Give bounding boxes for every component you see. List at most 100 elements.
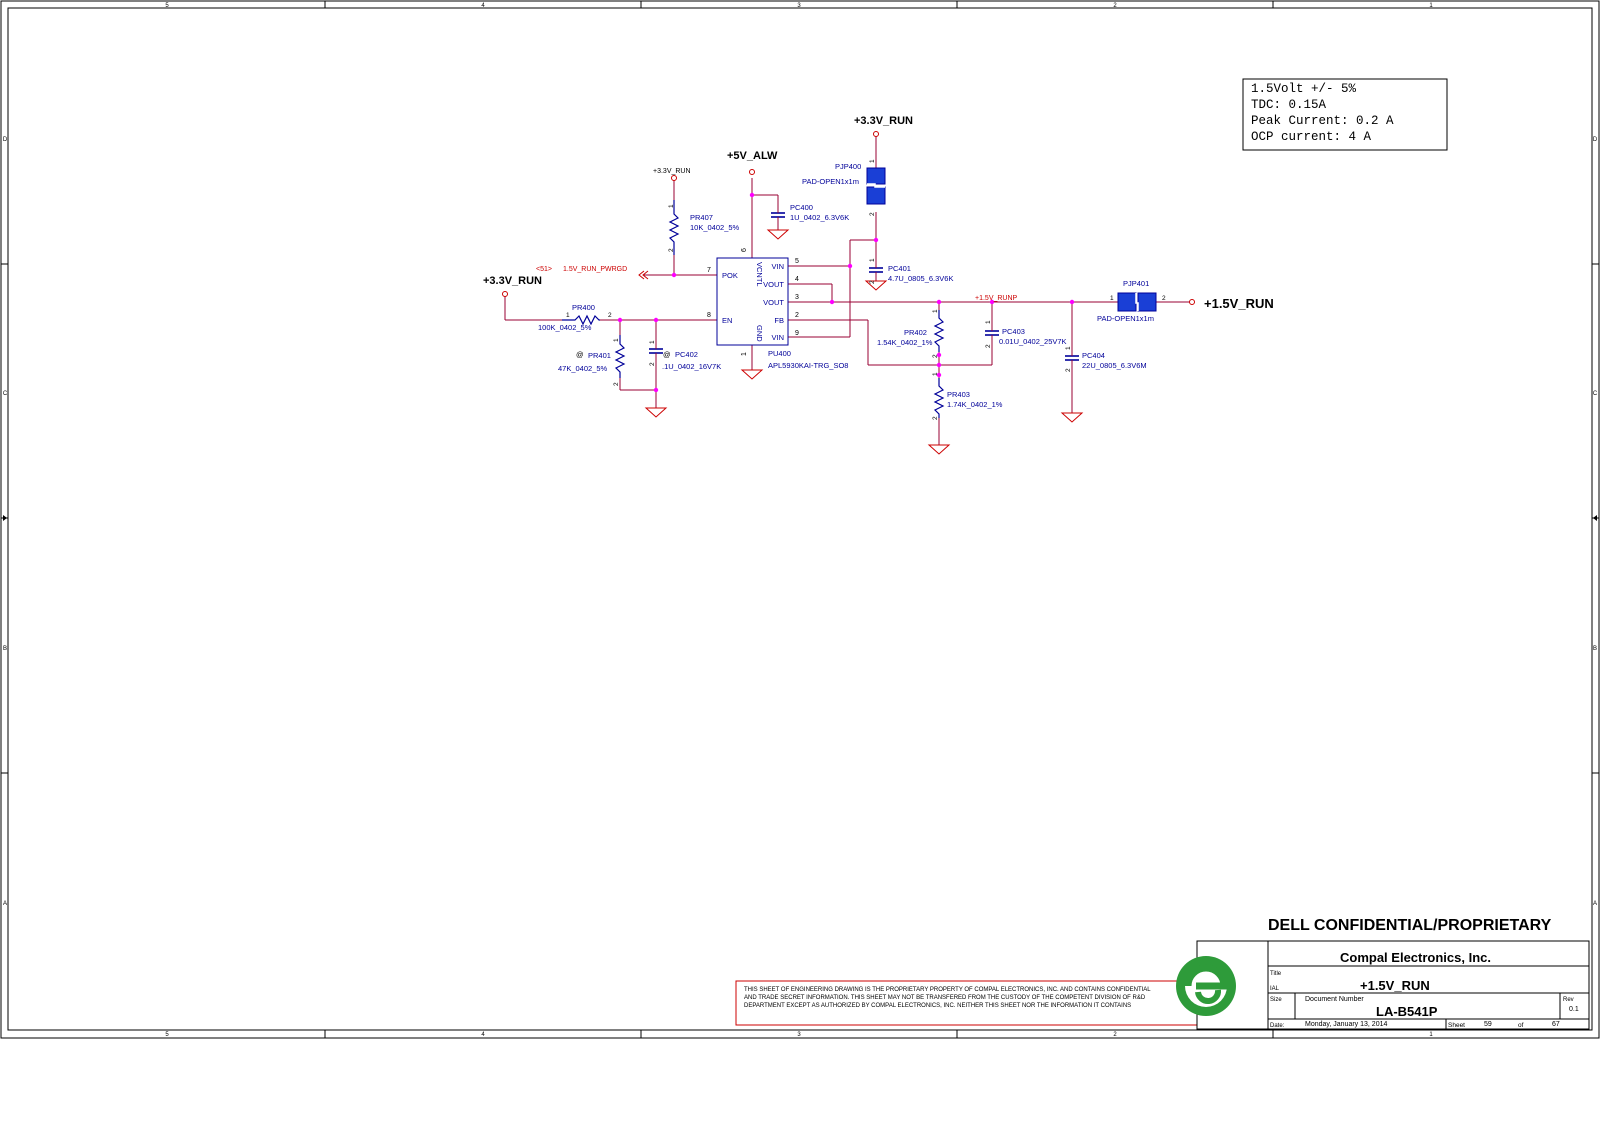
- rev-label: Rev: [1563, 997, 1574, 1003]
- ref-pc401: PC401: [888, 264, 911, 273]
- net-label-pwrgd-ref: <51>: [536, 266, 552, 273]
- col-label: 3: [797, 1032, 801, 1038]
- ground-icon: [766, 229, 790, 240]
- schematic-sheet: 5 4 3 2 1 5 4 3 2 1 D C B A D C B A 1.5V…: [0, 0, 1600, 1039]
- power-port-circle: [873, 131, 879, 137]
- ref-pjp400: PJP400: [835, 162, 861, 171]
- sheet-label: Sheet: [1448, 1022, 1465, 1029]
- row-label: A: [3, 901, 7, 907]
- ic-pin-number: 1: [741, 352, 748, 356]
- ic-pin-name: VIN: [771, 333, 784, 342]
- ref-pc404: PC404: [1082, 351, 1105, 360]
- col-label: 1: [1429, 1032, 1433, 1038]
- ic-pin-name: GND: [755, 325, 764, 342]
- col-label: 5: [165, 1032, 169, 1038]
- ref-pr403: PR403: [947, 390, 970, 399]
- capacitor-icon: [985, 330, 999, 336]
- col-label: 2: [1113, 1032, 1117, 1038]
- ic-pin-number: 5: [795, 258, 799, 265]
- pin-number: 1: [932, 309, 939, 313]
- border-labels: 5 4 3 2 1 5 4 3 2 1 D C B A D C B A: [3, 3, 1598, 1038]
- ground-icon: [644, 407, 668, 418]
- doc-number-label: Document Number: [1305, 996, 1364, 1003]
- pin-number: 2: [985, 344, 992, 348]
- capacitor-icon: [649, 348, 663, 354]
- notice-line: AND TRADE SECRET INFORMATION. THIS SHEET…: [744, 995, 1146, 1001]
- pjp400-jumper-icon: [866, 167, 886, 205]
- value-pr407: 10K_0402_5%: [690, 223, 740, 232]
- title-block: DELL CONFIDENTIAL/PROPRIETARY Compal Ele…: [1176, 917, 1590, 1030]
- value-pr401: 47K_0402_5%: [558, 364, 608, 373]
- sheet-total: 67: [1552, 1021, 1560, 1028]
- ic-pin-name: VOUT: [763, 298, 784, 307]
- compal-logo: [1176, 956, 1236, 1016]
- junction-dot: [936, 299, 942, 305]
- pin-number: 1: [613, 338, 620, 342]
- ic-pin-number: 2: [795, 312, 799, 319]
- ic-part: APL5930KAI-TRG_SO8: [768, 361, 848, 370]
- date-value: Monday, January 13, 2014: [1305, 1021, 1387, 1028]
- net-label-3v3-run-top: +3.3V_RUN: [854, 115, 913, 127]
- ic-pin-number: 7: [707, 267, 711, 274]
- of-label: of: [1518, 1022, 1524, 1029]
- row-label: D: [3, 137, 8, 143]
- junction-dot: [749, 192, 755, 198]
- company-name: Compal Electronics, Inc.: [1340, 950, 1491, 965]
- center-arrow-left: [3, 515, 7, 521]
- mark-pr401: @: [576, 350, 584, 359]
- junction-dot: [653, 387, 659, 393]
- doc-number: LA-B541P: [1376, 1004, 1438, 1019]
- row-label: B: [3, 646, 7, 652]
- ic-pin-name: VIN: [771, 262, 784, 271]
- pin-number: 2: [932, 416, 939, 420]
- title-label: Title: [1270, 971, 1282, 977]
- spec-line: Peak Current: 0.2 A: [1251, 114, 1394, 128]
- power-port-circle: [502, 291, 508, 297]
- pin-number: 2: [869, 280, 876, 284]
- pin-number: 1: [985, 320, 992, 324]
- confidential-heading: DELL CONFIDENTIAL/PROPRIETARY: [1268, 917, 1552, 934]
- date-label: Date:: [1270, 1023, 1285, 1029]
- junction-dot: [1069, 299, 1075, 305]
- pin-number: 1: [566, 312, 570, 319]
- ground-icon: [927, 444, 951, 455]
- net-labels: +3.3V_RUN +5V_ALW +3.3V_RUN +3.3V_RUN <5…: [483, 115, 1274, 311]
- ref-pr407: PR407: [690, 213, 713, 222]
- resistor-icon: [933, 310, 945, 352]
- pin-number: 1: [649, 340, 656, 344]
- sheet-number: 59: [1484, 1021, 1492, 1028]
- sheet-frame: [0, 0, 1600, 1039]
- pin-number: 2: [613, 382, 620, 386]
- pin-number: 2: [932, 354, 939, 358]
- value-pc400: 1U_0402_6.3V6K: [790, 213, 849, 222]
- ic-pin-name: VOUT: [763, 280, 784, 289]
- pin-number: 1: [932, 372, 939, 376]
- value-pc404: 22U_0805_6.3V6M: [1082, 361, 1147, 370]
- pin-number: 2: [649, 362, 656, 366]
- pin-number: 1: [668, 204, 675, 208]
- ground-icon: [1060, 412, 1084, 423]
- row-label: C: [1593, 391, 1598, 397]
- ic-pin-number: 3: [795, 294, 799, 301]
- ic-pin-name: VCNTL: [755, 262, 764, 287]
- pin-number: 2: [869, 212, 876, 216]
- value-pr400: 100K_0402_5%: [538, 323, 592, 332]
- ic-ref: PU400: [768, 349, 791, 358]
- ground-icon: [740, 369, 764, 380]
- capacitor-icon: [1065, 355, 1079, 361]
- value-pc403: 0.01U_0402_25V7K: [999, 337, 1067, 346]
- ial-label: IAL: [1270, 986, 1280, 992]
- junction-dot: [873, 237, 879, 243]
- spec-box: 1.5Volt +/- 5% TDC: 0.15A Peak Current: …: [1242, 78, 1448, 151]
- notice-line: THIS SHEET OF ENGINEERING DRAWING IS THE…: [744, 987, 1151, 993]
- value-pc402: .1U_0402_16V7K: [662, 362, 721, 371]
- power-port-circle: [1189, 299, 1195, 305]
- component-labels: PR407 10K_0402_5% PR400 100K_0402_5% @ P…: [538, 162, 1154, 409]
- value-pr403: 1.74K_0402_1%: [947, 400, 1003, 409]
- junction-dot: [671, 272, 677, 278]
- net-label-3v3-run-small: +3.3V_RUN: [653, 168, 691, 175]
- ref-pc402: PC402: [675, 350, 698, 359]
- ic-pin-number: 4: [795, 276, 799, 283]
- capacitor-icon: [869, 267, 883, 273]
- junction-dot: [847, 263, 853, 269]
